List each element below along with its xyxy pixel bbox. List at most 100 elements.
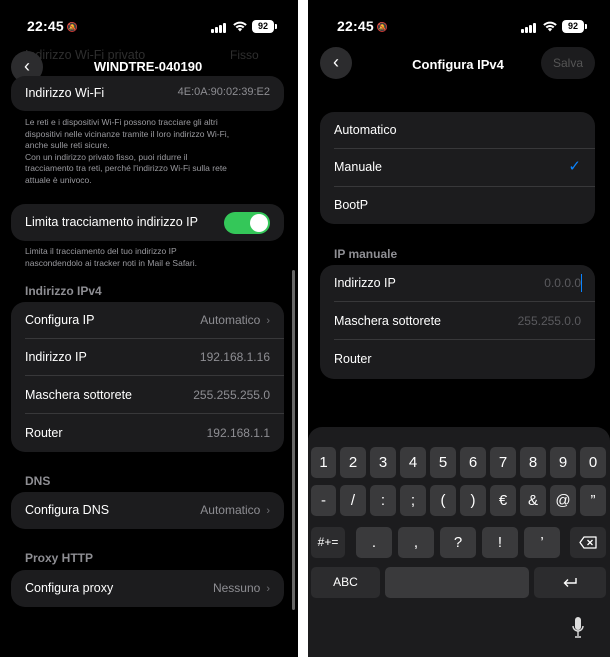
configure-proxy-label: Configura proxy <box>25 581 114 595</box>
key-semicolon[interactable]: ; <box>400 485 426 516</box>
router-label: Router <box>25 426 63 440</box>
limit-tracking-note: Limita il tracciamento del tuo indirizzo… <box>25 246 197 268</box>
manual-ip-section-header: IP manuale <box>334 247 398 261</box>
scrollbar[interactable] <box>292 270 295 610</box>
ip-address-value: 192.168.1.16 <box>199 350 270 364</box>
manual-subnet-row[interactable]: Maschera sottorete 255.255.0.0 <box>334 303 595 340</box>
numeric-keyboard: 1 2 3 4 5 6 7 8 9 0 - / : ; ( ) € & @ ” … <box>308 427 610 657</box>
abc-key[interactable]: ABC <box>311 567 380 598</box>
delete-icon <box>579 536 597 549</box>
key-7[interactable]: 7 <box>490 447 516 478</box>
limit-tracking-toggle[interactable] <box>224 212 270 234</box>
key-0[interactable]: 0 <box>580 447 606 478</box>
wifi-address-value: 4E:0A:90:02:39:E2 <box>177 86 270 98</box>
configure-proxy-value: Nessuno › <box>212 581 270 595</box>
manual-subnet-label: Maschera sottorete <box>334 314 441 328</box>
subnet-mask-value: 255.255.255.0 <box>193 388 270 402</box>
key-9[interactable]: 9 <box>550 447 576 478</box>
ip-address-row: Indirizzo IP 192.168.1.16 <box>25 339 284 376</box>
key-period[interactable]: . <box>356 527 392 558</box>
key-at[interactable]: @ <box>550 485 576 516</box>
proxy-card: Configura proxy Nessuno › <box>11 570 284 607</box>
key-comma[interactable]: , <box>398 527 434 558</box>
chevron-right-icon: › <box>266 505 270 517</box>
return-icon <box>563 578 577 587</box>
ipv4-card: Configura IP Automatico › Indirizzo IP 19… <box>11 302 284 452</box>
key-exclamation[interactable]: ! <box>482 527 518 558</box>
wifi-address-row: Indirizzo Wi-Fi 4E:0A:90:02:39:E2 <box>25 75 270 112</box>
status-bar: 22:45 🔕 92 <box>0 18 298 38</box>
key-3[interactable]: 3 <box>370 447 396 478</box>
key-symbols[interactable]: #+= <box>311 527 345 558</box>
wifi-address-note: Le reti e i dispositivi Wi-Fi possono tr… <box>25 117 230 185</box>
status-time: 22:45 🔕 <box>337 18 389 34</box>
key-4[interactable]: 4 <box>400 447 426 478</box>
subnet-mask-row: Maschera sottorete 255.255.255.0 <box>25 377 284 414</box>
option-automatic-label: Automatico <box>334 123 397 137</box>
option-automatic[interactable]: Automatico <box>334 112 595 149</box>
key-dash[interactable]: - <box>311 485 336 516</box>
key-2[interactable]: 2 <box>340 447 366 478</box>
manual-router-row[interactable]: Router <box>334 341 581 378</box>
key-open-paren[interactable]: ( <box>430 485 456 516</box>
subnet-mask-label: Maschera sottorete <box>25 388 132 402</box>
ipv4-section-header: Indirizzo IPv4 <box>25 284 102 298</box>
manual-subnet-input[interactable]: 255.255.0.0 <box>518 314 581 328</box>
cellular-signal-icon <box>211 23 228 33</box>
key-close-paren[interactable]: ) <box>460 485 486 516</box>
wifi-address-label: Indirizzo Wi-Fi <box>25 86 105 100</box>
manual-router-label: Router <box>334 352 372 366</box>
manual-ip-address-row[interactable]: Indirizzo IP 0.0.0.0 <box>334 265 595 302</box>
configure-dns-row[interactable]: Configura DNS Automatico › <box>25 492 270 529</box>
chevron-left-icon: ‹ <box>333 52 339 72</box>
chevron-left-icon: ‹ <box>24 56 30 76</box>
manual-ip-card: Indirizzo IP 0.0.0.0 Maschera sottorete … <box>320 265 595 379</box>
option-bootp-label: BootP <box>334 198 369 212</box>
microphone-icon[interactable] <box>572 617 584 639</box>
dns-section-header: DNS <box>25 474 51 488</box>
back-button[interactable]: ‹ <box>320 47 352 79</box>
wifi-icon <box>233 21 247 32</box>
key-slash[interactable]: / <box>340 485 366 516</box>
key-ampersand[interactable]: & <box>520 485 546 516</box>
proxy-section-header: Proxy HTTP <box>25 551 94 565</box>
key-6[interactable]: 6 <box>460 447 486 478</box>
key-euro[interactable]: € <box>490 485 516 516</box>
key-apostrophe[interactable]: ’ <box>524 527 560 558</box>
status-time: 22:45 🔕 <box>27 18 79 34</box>
key-8[interactable]: 8 <box>520 447 546 478</box>
configure-dns-label: Configura DNS <box>25 503 110 517</box>
ip-address-label: Indirizzo IP <box>25 350 87 364</box>
manual-ip-address-input[interactable]: 0.0.0.0 <box>544 276 581 290</box>
key-5[interactable]: 5 <box>430 447 456 478</box>
wifi-details-screen: 22:45 🔕 92 Indirizzo Wi-Fi privato Fisso … <box>0 0 298 657</box>
option-manual[interactable]: Manuale ✓ <box>334 149 595 187</box>
key-quote[interactable]: ” <box>580 485 606 516</box>
text-cursor <box>580 274 582 292</box>
return-key[interactable] <box>534 567 606 598</box>
battery-icon: 92 <box>252 20 277 33</box>
router-value: 192.168.1.1 <box>206 426 270 440</box>
configure-ip-value: Automatico › <box>200 313 270 327</box>
configure-ipv4-screen: 22:45 🔕 92 ‹ Configura IPv4 Salva Automat… <box>308 0 610 657</box>
dns-card: Configura DNS Automatico › <box>11 492 284 529</box>
battery-icon: 92 <box>562 20 587 33</box>
space-key[interactable] <box>385 567 529 598</box>
key-question[interactable]: ? <box>440 527 476 558</box>
configure-proxy-row[interactable]: Configura proxy Nessuno › <box>25 570 270 607</box>
silent-bell-icon: 🔕 <box>376 22 389 32</box>
limit-tracking-label: Limita tracciamento indirizzo IP <box>25 215 198 229</box>
router-row: Router 192.168.1.1 <box>25 415 270 452</box>
delete-key[interactable] <box>570 527 606 558</box>
key-1[interactable]: 1 <box>311 447 336 478</box>
chevron-right-icon: › <box>266 315 270 327</box>
chevron-right-icon: › <box>266 583 270 595</box>
save-button[interactable]: Salva <box>541 47 595 79</box>
nav-title: Configura IPv4 <box>412 57 504 72</box>
checkmark-icon: ✓ <box>568 158 581 175</box>
configure-ip-label: Configura IP <box>25 313 95 327</box>
status-bar: 22:45 🔕 92 <box>308 18 610 38</box>
configure-ip-row[interactable]: Configura IP Automatico › <box>25 302 284 339</box>
option-bootp[interactable]: BootP <box>334 187 581 224</box>
key-colon[interactable]: : <box>370 485 396 516</box>
